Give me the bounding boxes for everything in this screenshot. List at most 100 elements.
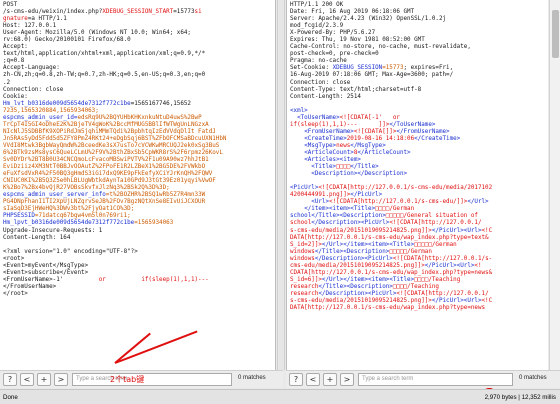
request-line-segment: Accept-Language: <box>3 65 60 72</box>
request-line-segment: /s-cms-edu/weixin/index.php? <box>3 9 103 16</box>
request-editor[interactable]: POST/s-cms-edu/weixin/index.php?XDEBUG_S… <box>0 0 275 300</box>
response-line-segment: Cache-Control: no-store, no-cache, must-… <box>290 44 471 51</box>
request-line-segment: PHPSESSID <box>3 213 35 220</box>
response-line-segment: □□□□□/General situation of <box>385 213 478 220</box>
status-bar: Done 2,970 bytes | 12,352 millis <box>0 389 560 404</box>
response-line: X-Powered-By: PHP/5.6.27 <box>290 30 545 37</box>
response-line-segment: XDEBUG_SESSION <box>332 65 383 72</box>
request-line-segment: zh-CN,zh;q=0.8,zh-TW;q=0.7,zh-HK;q=0.5,e… <box>3 72 206 79</box>
response-line: S_id=2]]></Url></item><item><Title>□□□□□… <box>290 242 545 249</box>
prev-match-button[interactable]: < <box>20 373 34 386</box>
request-line-segment: =1565167746,15652 <box>130 100 191 107</box>
response-line: mod_fcgid/2.3.9 <box>290 23 545 30</box>
response-line-segment: CDATA[http://127.0.0.1/s-cms-edu/wap_ind… <box>290 269 493 276</box>
response-line-segment: <ToUserName> <box>290 114 340 121</box>
response-line: Date: Fri, 16 Aug 2019 06:18:06 GMT <box>290 9 545 16</box>
next-match-button[interactable]: > <box>340 373 354 386</box>
response-line-segment: S_id=2]]> <box>290 241 322 248</box>
response-line: Content-Type: text/html;charset=utf-8 <box>290 87 545 94</box>
response-line: <ArticleCount>8</ArticleCount> <box>290 150 545 157</box>
response-match-count: 0 matches <box>519 375 547 381</box>
response-line-segment: </ArticleCount> <box>357 149 411 156</box>
request-line-segment: POST <box>3 2 18 8</box>
response-line-segment: <Url> <box>463 227 482 234</box>
response-line-segment: </PicUrl> <box>350 192 383 199</box>
response-line-segment: □□□□/Teaching <box>414 276 461 283</box>
request-line: </FromUserName> <box>3 284 272 291</box>
response-line-segment: □□□□□/German <box>389 248 432 255</box>
request-line-segment: 9d5654de7312f772c1be <box>59 100 131 107</box>
response-line: Expires: Thu, 19 Nov 1981 08:52:00 GMT <box>290 37 545 44</box>
request-line-segment: text/html,application/xhtml+xml,applicat… <box>3 51 206 58</box>
response-line-segment: <MsgType> <box>290 142 337 149</box>
response-line-segment: </Title> <box>350 164 379 171</box>
request-line-segment: Sv0DYDr%2BT8B0U34CNCQmoLcFvacoMBSwiPVTV%… <box>3 157 209 164</box>
request-line: </root> <box>3 291 272 298</box>
request-line: Accept: <box>3 44 272 51</box>
help-button[interactable]: ? <box>289 373 303 386</box>
request-line-segment: =t%2BOZHR%2BSQ1wRb5Z7R4mn33W <box>105 192 206 199</box>
response-line-segment: windows <box>290 248 315 255</box>
request-line: PHPSESSID=71datcq67bgw4vm5l0n769ri1; <box>3 213 272 220</box>
response-line-segment: Server: Apache/2.4.23 (Win32) OpenSSL/1.… <box>290 16 447 23</box>
response-pane[interactable]: HTTP/1.1 200 OK Date: Fri, 16 Aug 2019 06… <box>286 0 548 370</box>
request-line-segment: .2 <box>3 79 11 86</box>
response-line-segment: <!C <box>481 297 493 304</box>
add-button[interactable]: + <box>37 373 51 386</box>
response-line-segment: <item> <box>339 157 361 164</box>
response-line-segment: <Description> <box>290 171 358 178</box>
pane-splitter[interactable] <box>277 0 285 370</box>
response-line-segment: post-check=0, pre-check=0 <box>290 51 379 58</box>
response-line: HTTP/1.1 200 OK <box>290 2 545 9</box>
response-line-segment: </PicUrl> <box>431 227 464 234</box>
response-line-segment: <xml> <box>290 107 308 114</box>
request-line-segment: Upgrade-Insecure-Requests: 1 <box>3 227 103 234</box>
request-line-segment: =15773 <box>173 9 195 16</box>
response-line: school</Description><PicUrl><![CDATA[htt… <box>290 220 545 227</box>
response-line-segment: <Title> <box>389 276 415 283</box>
response-line: CDATA[http://127.0.0.1/s-cms-edu/wap_ind… <box>290 270 545 277</box>
response-line-segment: <Title> <box>290 164 337 171</box>
help-button[interactable]: ? <box>3 373 17 386</box>
response-line-segment: <![CDATA[http://127.0.0.1/s-cms-edu/]]> <box>329 199 468 206</box>
request-match-count: 0 matches <box>238 375 266 381</box>
request-line: espcms_admin_user_id=edsRq9U%2BQYUHbKHKx… <box>3 115 272 122</box>
next-match-button[interactable]: > <box>54 373 68 386</box>
response-line-segment: </Url> <box>467 199 489 206</box>
request-line: <Event>myEvent</MsgType> <box>3 263 272 270</box>
response-line-segment: □□□□□/German <box>414 241 457 248</box>
response-scrollbar[interactable] <box>549 0 560 370</box>
response-line: Pragma: no-cache <box>290 58 545 65</box>
response-line-segment: </item><item> <box>290 206 351 213</box>
response-line-segment: <![CDATA[http://127.0.0.1/s-cms-edu/medi… <box>318 185 493 192</box>
request-search-input[interactable]: Type a search term <box>72 373 232 386</box>
response-editor[interactable]: HTTP/1.1 200 OK Date: Fri, 16 Aug 2019 06… <box>287 0 548 314</box>
request-line-segment: PG4DNpFhanI1TI2XpUjLNZqrvSeJB%2FOv7BgzNQ… <box>3 199 206 206</box>
response-line <box>290 178 545 185</box>
response-line-segment: </PicUrl> <box>431 297 464 304</box>
request-line: PG4DNpFhanI1TI2XpUjLNZqrvSeJB%2FOv7BgzNQ… <box>3 199 272 206</box>
request-line: K%2Bo7%2Bx4bvQjR27VOBsSkvfxJlzNq3%2BSk2Q… <box>3 185 272 192</box>
request-line-segment: Jn5RAs5yDd5Fdd5d5ZFY8PmZ4RKt24+eDgbSqj6B… <box>3 135 227 142</box>
add-button[interactable]: + <box>323 373 337 386</box>
response-scroll-thumb[interactable] <box>552 10 559 58</box>
response-line-segment: <![CDATA[http://127.0.0.1/s- <box>392 255 493 262</box>
request-line: Content-Length: 164 <box>3 235 272 242</box>
request-line-segment: TrCpT4I5GI4oDheE2K%2BjeTV4gWoK%2BccMfMUG… <box>3 121 209 128</box>
response-line-segment: □□□□/Teaching <box>392 283 439 290</box>
request-line: NIcNlJ5SDBBfK9XOPiRdJm5jqhiMMmTQdi%2Bpbh… <box>3 129 272 136</box>
response-line-segment: </item><item> <box>343 241 390 248</box>
response-line: <Title>□□□□</Title> <box>290 164 545 171</box>
request-pane[interactable]: POST/s-cms-edu/weixin/index.php?XDEBUG_S… <box>0 0 276 370</box>
prev-match-button[interactable]: < <box>306 373 320 386</box>
request-line: Sv0DYDr%2BT8B0U34CNCQmoLcFvacoMBSwiPVTV%… <box>3 157 272 164</box>
response-line-segment: <Url> <box>290 199 330 206</box>
request-line-segment: Hm_lpvt_b0316de009d5654de7312f772c1be <box>3 220 135 227</box>
request-line: VVdI8Mtwk3BgbWayQmdW%2BceedKe3sX7usTo7cV… <box>3 143 272 150</box>
request-line: TrCpT4I5GI4oDheE2K%2BjeTV4gWoK%2BccMfMUG… <box>3 122 272 129</box>
response-search-input[interactable]: Type a search term <box>358 373 513 386</box>
response-line-segment: windows <box>290 255 315 262</box>
request-line-segment: <Event>subscribe</Event> <box>3 269 89 276</box>
request-line: <root> <box>3 256 272 263</box>
request-line-segment: XDEBUG_SESSION_START <box>102 9 174 16</box>
